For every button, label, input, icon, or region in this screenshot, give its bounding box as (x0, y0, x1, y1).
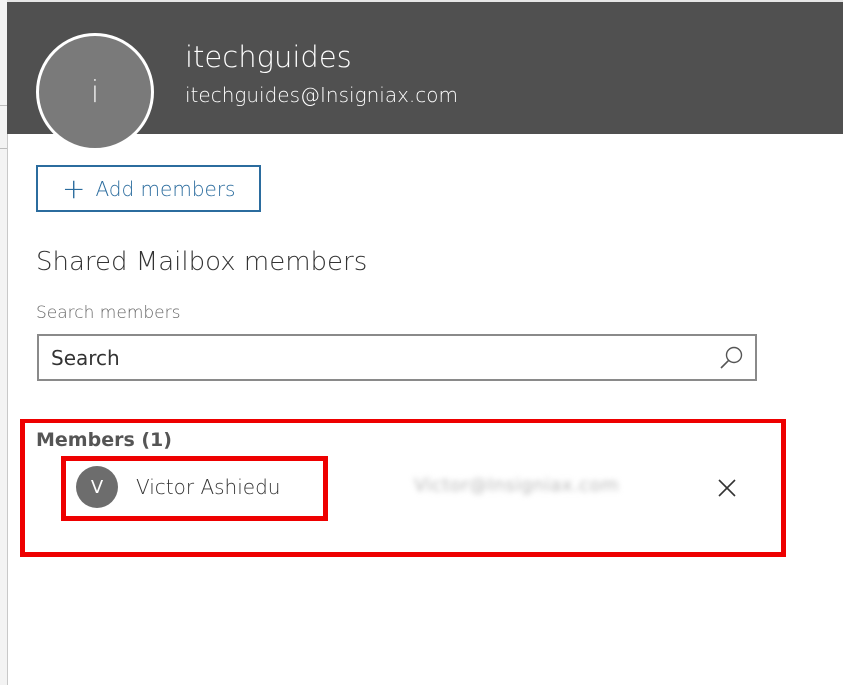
search-label: Search members (36, 303, 181, 323)
plus-icon: + (62, 171, 86, 205)
group-name: itechguides (185, 40, 352, 74)
group-email: itechguides@Insigniax.com (185, 83, 458, 107)
search-icon[interactable] (719, 345, 745, 371)
edge-divider (0, 148, 7, 149)
highlight-box-member-name (61, 456, 328, 521)
add-members-label: Add members (95, 176, 236, 201)
search-box (37, 334, 757, 381)
search-input[interactable] (51, 336, 701, 379)
edge-divider (0, 105, 7, 106)
section-title: Shared Mailbox members (36, 247, 368, 277)
add-members-button[interactable]: + Add members (36, 165, 261, 212)
group-avatar: i (36, 33, 154, 151)
